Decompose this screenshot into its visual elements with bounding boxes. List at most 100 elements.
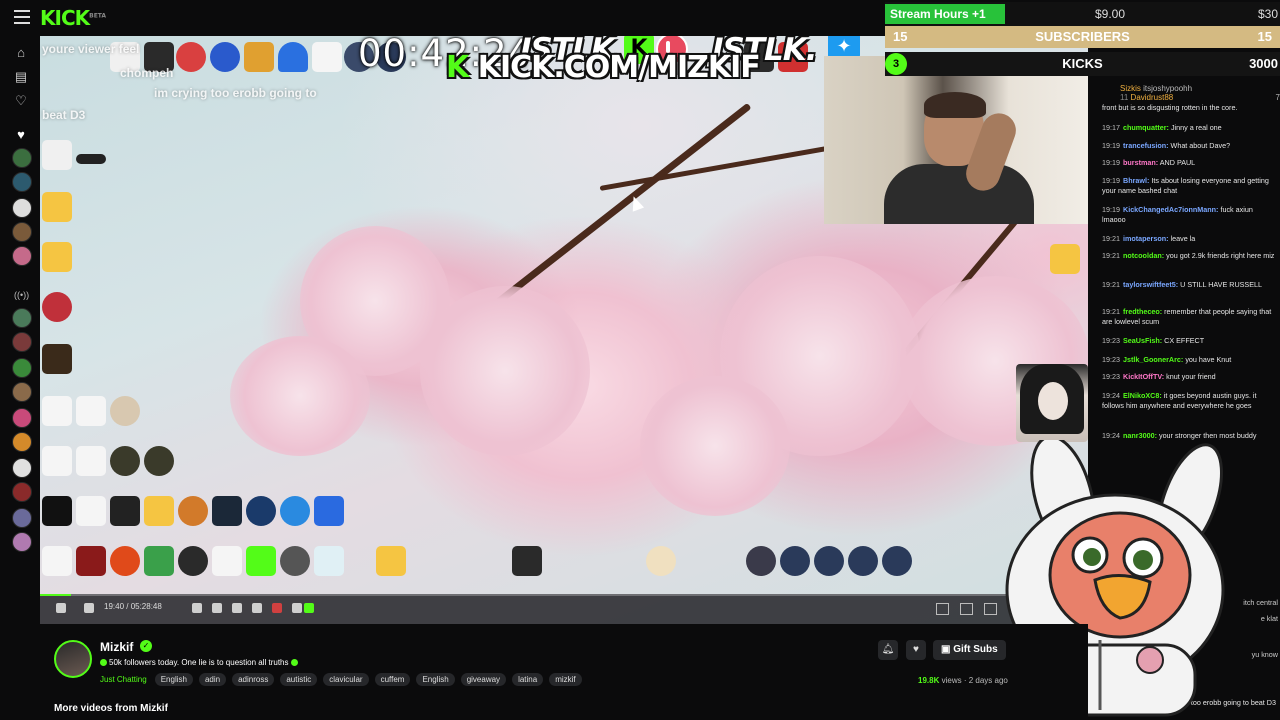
tag-chip[interactable]: clavicular	[323, 673, 369, 686]
chat-username[interactable]: KickItOffTV:	[1123, 372, 1164, 381]
recommended-channel-avatar[interactable]	[12, 332, 32, 352]
chat-username[interactable]: nanr3000:	[1123, 431, 1157, 440]
stream-hours-label: Stream Hours +1	[890, 7, 986, 21]
wallpaper-blossom	[640, 376, 790, 516]
wallpaper-blossom	[420, 286, 590, 456]
taskbar-icon	[272, 603, 282, 613]
chat-username[interactable]: SeaUsFish:	[1123, 336, 1162, 345]
recommended-channel-avatar[interactable]	[12, 308, 32, 328]
menu-icon[interactable]	[14, 10, 30, 24]
gifter-name[interactable]: Davidrust88	[1131, 93, 1174, 102]
recommended-channel-avatar[interactable]	[12, 408, 32, 428]
webcam-person-body	[884, 164, 1034, 224]
chat-message: 19:19 KickChangedAc7ionnMann: fuck axiun …	[1102, 205, 1278, 225]
channel-name[interactable]: Mizkif	[100, 640, 133, 654]
recommended-icon: ((•))	[14, 290, 30, 300]
clip-icon[interactable]	[936, 603, 949, 615]
following-icon[interactable]: ♡	[12, 92, 30, 110]
steam-icon	[212, 496, 242, 526]
tag-chip[interactable]: giveaway	[460, 673, 507, 686]
recommended-channel-avatar[interactable]	[12, 382, 32, 402]
gifter-name[interactable]: itsjoshypoohh	[1143, 84, 1192, 93]
tag-chip[interactable]: mizkif	[549, 673, 582, 686]
gifter-name[interactable]: Sizkis	[1120, 84, 1141, 93]
chat-username[interactable]: taylorswiftfeet5:	[1123, 280, 1178, 289]
chat-message: 19:19 burstman: AND PAUL	[1102, 158, 1278, 168]
stream-stats: 19.8K views · 2 days ago	[918, 676, 1008, 685]
heart-icon[interactable]: ♥	[906, 640, 926, 660]
recommended-channel-avatar[interactable]	[12, 432, 32, 452]
followed-channel-avatar[interactable]	[12, 246, 32, 266]
desktop-icon	[178, 496, 208, 526]
category-link[interactable]: Just Chatting	[100, 673, 149, 686]
chat-message: 19:19 Bhrawl: Its about losing everyone a…	[1102, 176, 1278, 196]
chat-message: front but is so disgusting rotten in the…	[1102, 103, 1278, 113]
ghost-chat-text: im crying too erobb going to	[154, 86, 317, 100]
progress-bar[interactable]	[40, 594, 1088, 596]
gift-subs-button[interactable]: ▣ Gift Subs	[933, 640, 1006, 660]
desktop-icon	[244, 42, 274, 72]
stream-hours-goal: Stream Hours +1 $9.00 $30	[885, 2, 1280, 26]
chat-text: your stronger then most buddy	[1158, 431, 1257, 440]
volume-icon[interactable]	[84, 603, 94, 613]
gifter-count: 11	[1120, 93, 1129, 102]
taskbar-icon	[192, 603, 202, 613]
desktop-icon	[848, 546, 878, 576]
tag-chip[interactable]: English	[416, 673, 455, 686]
stream-player[interactable]: youre viewer feel chompeh im crying too …	[40, 36, 1088, 624]
desktop-icon	[110, 396, 140, 426]
kick-logo[interactable]: KICKBETA	[40, 6, 106, 30]
channel-avatar[interactable]	[54, 640, 92, 678]
desktop-icon	[780, 546, 810, 576]
recommended-channel-avatar[interactable]	[12, 482, 32, 502]
ea-icon	[110, 546, 140, 576]
chat-message: 19:21 fredtheceo: remember that people sa…	[1102, 307, 1278, 327]
subs-label: SUBSCRIBERS	[1035, 29, 1130, 44]
home-icon[interactable]: ⌂	[12, 44, 30, 62]
mascot-patch-pink	[1136, 646, 1164, 674]
followed-channel-avatar[interactable]	[12, 148, 32, 168]
desktop-icon	[646, 546, 676, 576]
chat-username[interactable]: ElNikoXC8:	[1123, 391, 1162, 400]
mouse-cursor-icon	[627, 194, 645, 212]
more-videos-heading: More videos from Mizkif	[54, 703, 168, 714]
recommended-channel-avatar[interactable]	[12, 508, 32, 528]
recommended-channel-avatar[interactable]	[12, 358, 32, 378]
chat-username[interactable]: imotaperson:	[1123, 234, 1169, 243]
recommended-channel-avatar[interactable]	[12, 532, 32, 552]
tag-chip[interactable]: autistic	[280, 673, 318, 686]
tag-chip[interactable]: adinross	[232, 673, 275, 686]
chat-message: 19:23 Jstlk_GoonerArc: you have Knut	[1102, 355, 1278, 365]
chat-timestamp: 19:19	[1102, 176, 1120, 185]
chat-text: you got 2.9k friends right here miz	[1166, 251, 1275, 260]
chat-message: 19:21 notcooldan: you got 2.9k friends ri…	[1102, 251, 1278, 261]
stream-hours-mid: $9.00	[1095, 7, 1126, 21]
progress-fill	[40, 594, 72, 596]
theater-mode-icon[interactable]	[960, 603, 973, 615]
recommended-channel-avatar[interactable]	[12, 458, 32, 478]
tag-chip[interactable]: English	[154, 673, 193, 686]
chat-username[interactable]: KickChangedAc7ionnMann:	[1123, 205, 1218, 214]
bell-icon[interactable]: 🔔︎	[878, 640, 898, 660]
followed-channel-avatar[interactable]	[12, 172, 32, 192]
browse-icon[interactable]: ▤	[12, 68, 30, 86]
chat-username[interactable]: chumquatter:	[1123, 123, 1169, 132]
chat-username[interactable]: Jstlk_GoonerArc:	[1123, 355, 1183, 364]
gift-icon: ▣	[941, 644, 951, 655]
followed-channel-avatar[interactable]	[12, 222, 32, 242]
guest-camera	[1016, 364, 1088, 442]
followed-channel-avatar[interactable]	[12, 198, 32, 218]
desktop-icon	[42, 344, 72, 374]
chat-username[interactable]: fredtheceo:	[1123, 307, 1162, 316]
play-icon[interactable]	[56, 603, 66, 613]
chat-username[interactable]: notcooldan:	[1123, 251, 1164, 260]
chat-username[interactable]: trancefusion:	[1123, 141, 1169, 150]
gifter-count: 7	[1275, 93, 1280, 102]
desktop-icon	[246, 496, 276, 526]
tag-chip[interactable]: cuffem	[374, 673, 411, 686]
tag-chip[interactable]: adin	[198, 673, 227, 686]
chat-username[interactable]: Bhrawl:	[1123, 176, 1149, 185]
chat-username[interactable]: burstman:	[1123, 158, 1158, 167]
tag-chip[interactable]: latina	[512, 673, 544, 686]
folder-icon	[42, 192, 72, 222]
